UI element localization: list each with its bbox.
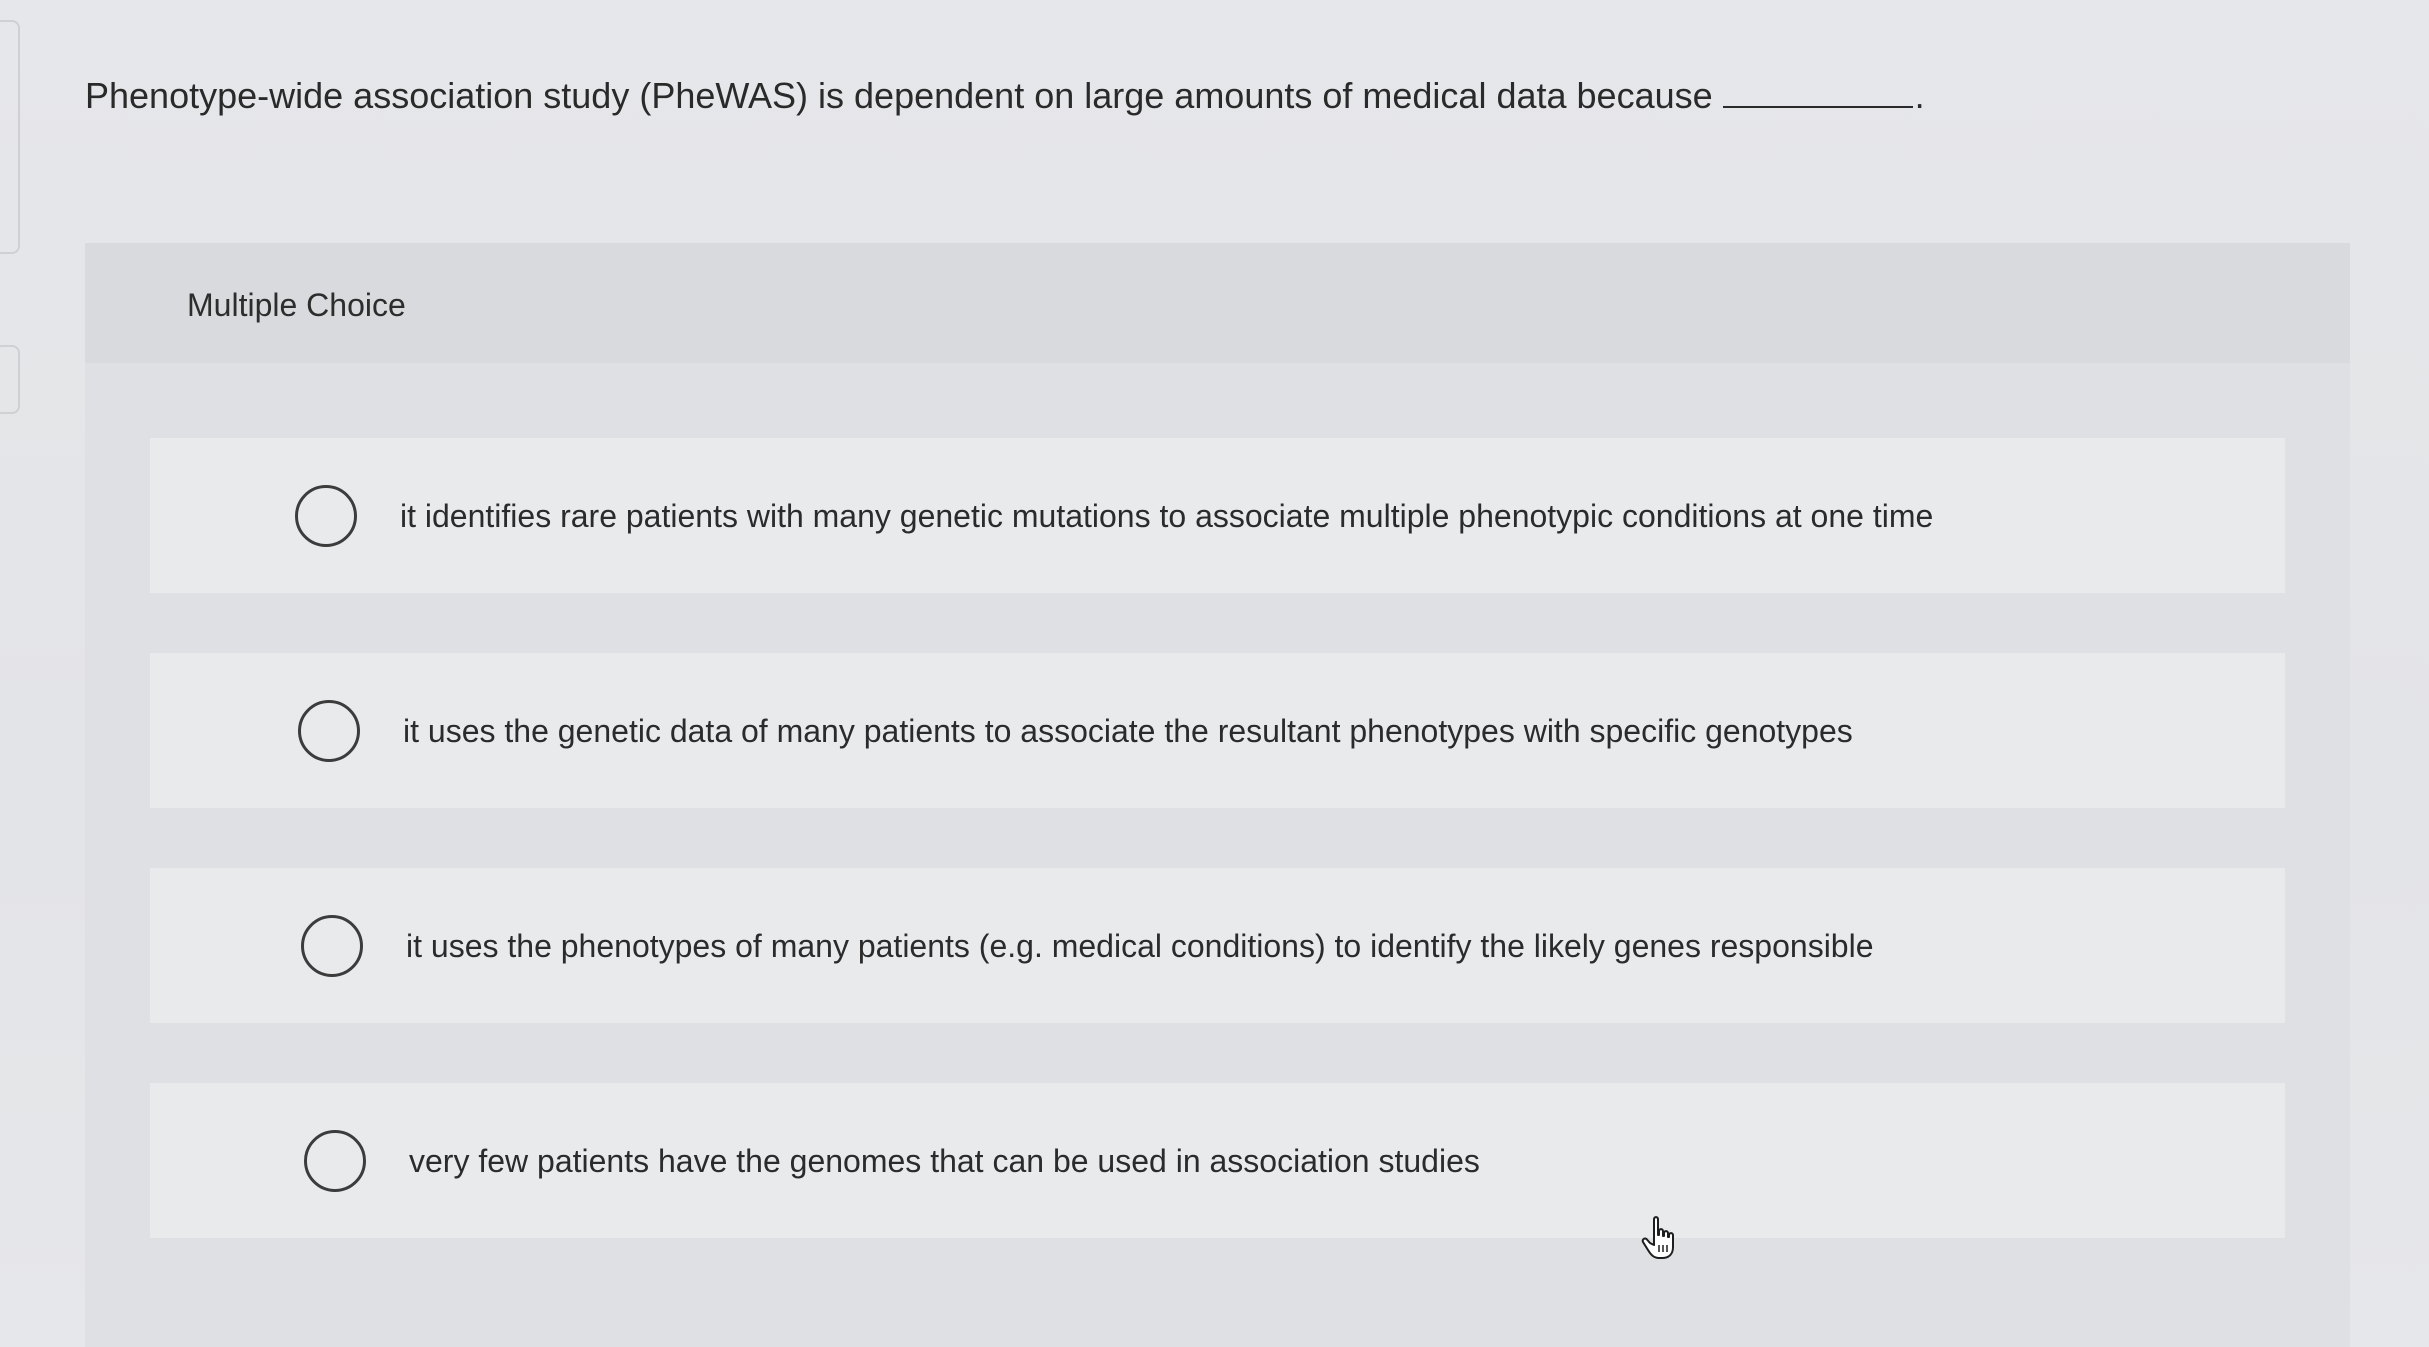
answer-option-4-text: very few patients have the genomes that … [409,1142,1480,1179]
answer-option-3[interactable]: it uses the phenotypes of many patients … [150,868,2285,1023]
answer-option-2-text: it uses the genetic data of many patient… [403,712,1853,749]
page: Phenotype-wide association study (PheWAS… [0,0,2429,1347]
multiple-choice-header: Multiple Choice [85,243,2350,363]
answer-option-4[interactable]: very few patients have the genomes that … [150,1083,2285,1238]
radio-button-option-3[interactable] [301,914,363,977]
answer-option-2[interactable]: it uses the genetic data of many patient… [150,653,2285,808]
multiple-choice-label: Multiple Choice [187,287,406,323]
answer-option-3-text: it uses the phenotypes of many patients … [406,927,1874,964]
multiple-choice-panel: Multiple Choice it identifies rare patie… [85,243,2350,1347]
radio-button-option-2[interactable] [298,699,360,762]
answer-option-1-text: it identifies rare patients with many ge… [400,497,1934,534]
radio-button-option-1[interactable] [295,484,357,547]
left-edge-frame [0,20,20,254]
question-text: Phenotype-wide association study (PheWAS… [85,75,1713,116]
hand-pointer-icon [1641,1216,1674,1259]
question-period: . [1914,75,1925,116]
answer-option-1[interactable]: it identifies rare patients with many ge… [150,438,2285,593]
radio-button-option-4[interactable] [304,1129,366,1192]
question-prompt: Phenotype-wide association study (PheWAS… [85,70,1925,122]
left-edge-tab [0,345,20,414]
answer-blank [1722,76,1913,108]
